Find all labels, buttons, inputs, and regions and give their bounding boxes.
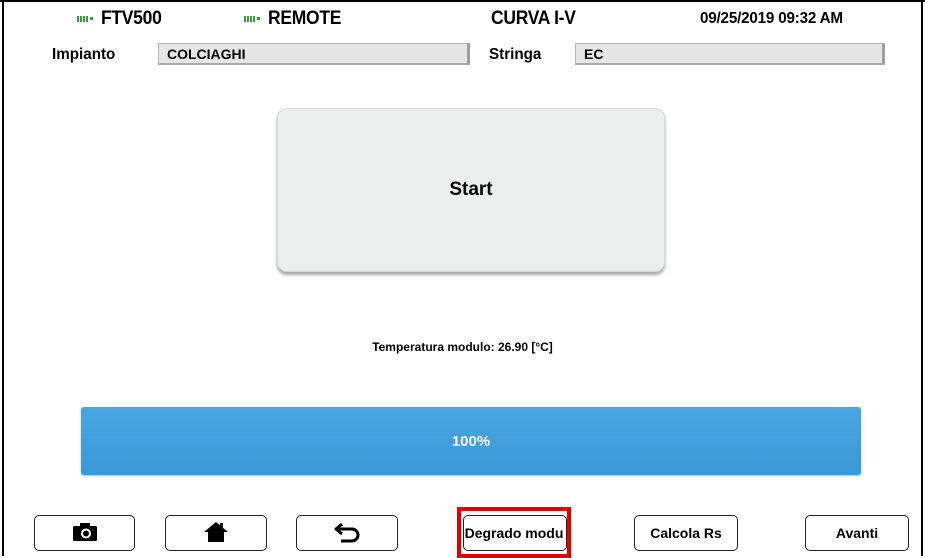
back-arrow-icon [333,521,361,546]
avanti-label: Avanti [835,525,879,541]
stringa-field[interactable]: EC [575,43,885,65]
back-button[interactable] [296,515,398,551]
battery-icon [77,15,95,22]
temperature-reading: Temperatura modulo: 26.90 [°C] [372,340,553,354]
impianto-label: Impianto [52,46,116,63]
start-button[interactable]: Start [277,108,665,272]
start-button-label: Start [449,179,493,200]
stringa-label: Stringa [489,46,542,63]
calcola-rs-button[interactable]: Calcola Rs [634,515,738,551]
progress-bar: 100% [81,407,861,475]
home-button[interactable] [165,515,267,551]
degrado-moduli-label: Degrado modu [464,525,564,541]
progress-label: 100% [451,432,491,450]
remote-label: REMOTE [268,8,342,29]
camera-icon [72,522,98,545]
calcola-rs-label: Calcola Rs [650,525,722,541]
avanti-button[interactable]: Avanti [805,515,909,551]
remote-battery-icon [244,15,262,22]
camera-button[interactable] [34,515,135,551]
datetime: 09/25/2019 09:32 AM [700,10,843,27]
home-icon [203,521,229,546]
device-name: FTV500 [101,8,162,29]
degrado-moduli-button[interactable]: Degrado modu [463,515,567,551]
screen-title: CURVA I-V [491,8,576,29]
impianto-field[interactable]: COLCIAGHI [158,43,470,65]
